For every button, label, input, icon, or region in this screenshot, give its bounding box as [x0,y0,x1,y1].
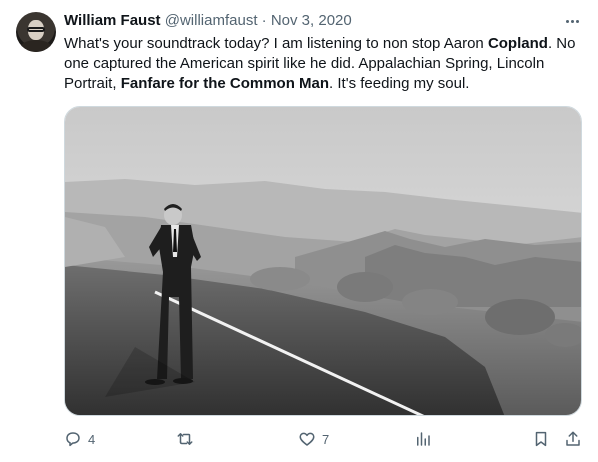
reply-count: 4 [88,431,96,447]
photo-image [65,107,581,415]
views-button[interactable] [414,428,438,450]
tweet-text: What's your soundtrack today? I am liste… [64,34,584,94]
tweet-text-bold: Copland [487,35,548,52]
avatar-glasses [27,27,45,32]
more-dot-icon [575,19,579,23]
tweet-card[interactable]: William Faust @williamfaust · Nov 3, 202… [0,0,598,462]
like-button[interactable]: 7 [298,428,329,450]
retweet-button[interactable] [176,428,200,450]
bookmark-button[interactable] [532,428,550,450]
reply-icon [66,432,80,447]
author-name[interactable]: William Faust [64,12,161,29]
tweet-text-part: . It's feeding my soul. [329,75,470,92]
avatar[interactable] [16,12,56,52]
tweet-text-bold: Fanfare for the Common Man [120,75,330,92]
bookmark-icon [535,431,547,447]
more-dot-icon [570,19,574,23]
heart-icon [299,432,315,446]
share-button[interactable] [564,428,582,450]
like-count: 7 [322,431,330,447]
tweet-header: William Faust @williamfaust · Nov 3, 202… [64,11,352,31]
tweet-date[interactable]: Nov 3, 2020 [271,12,352,29]
views-icon [417,432,430,446]
tweet-actions-bar: 4 7 [64,428,584,450]
separator-dot: · [261,12,267,29]
more-dot-icon [565,19,569,23]
share-icon [566,431,580,446]
tweet-text-part: What's your soundtrack today? I am liste… [64,35,488,52]
reply-button[interactable]: 4 [64,428,95,450]
more-options-button[interactable] [560,11,584,31]
tweet-media-photo[interactable] [64,106,582,416]
avatar-shirt [20,40,52,52]
author-handle[interactable]: @williamfaust [165,12,258,29]
retweet-icon [177,433,193,445]
